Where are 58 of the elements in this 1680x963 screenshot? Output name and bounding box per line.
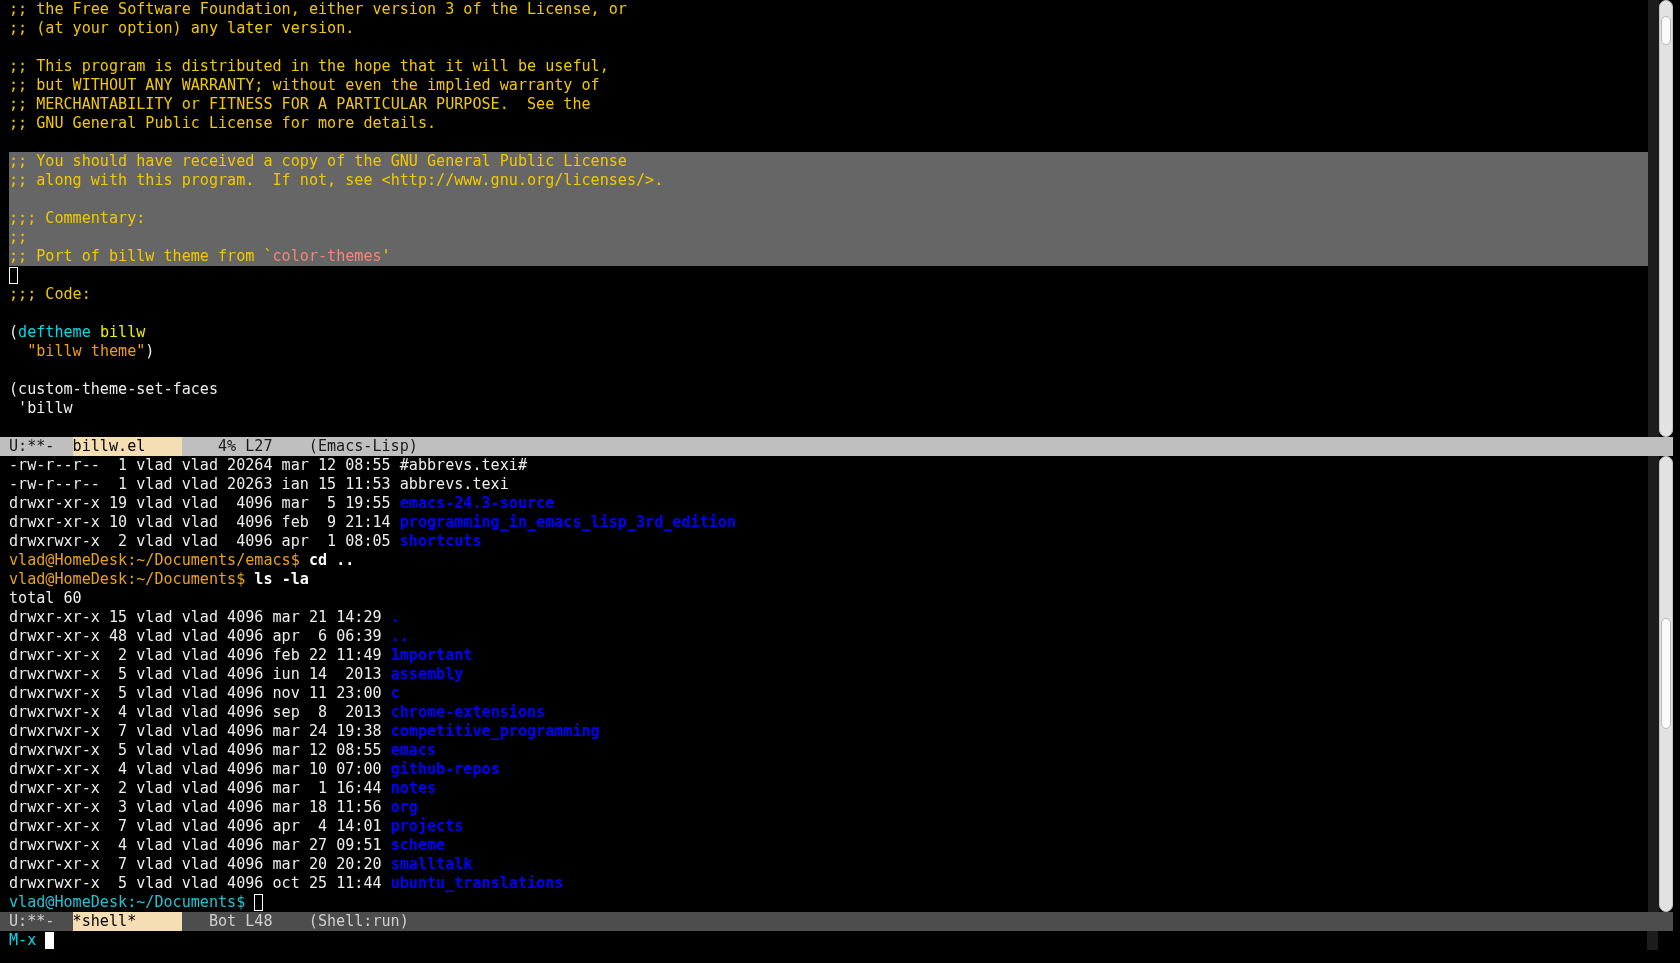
directory-listing-line: drwxrwxr-x 7 vlad vlad 4096 mar 24 19:38 competitive_programming xyxy=(9,722,600,741)
directory-listing-line: drwxrwxr-x 5 vlad vlad 4096 mar 12 08:55 emacs xyxy=(9,741,437,760)
comment-line: ;;; Commentary: xyxy=(9,209,146,228)
comment-line: ;; Port of billw theme from `color-themes' xyxy=(9,247,391,266)
buffer-status: U:**- xyxy=(9,437,55,456)
scroll-position: 4% xyxy=(217,437,237,456)
directory-listing-line: drwxrwxr-x 4 vlad vlad 4096 mar 27 09:51 scheme xyxy=(9,836,446,855)
code-line: "billw theme") xyxy=(27,342,155,361)
directory-listing-line: drwxrwxr-x 5 vlad vlad 4096 oct 25 11:44 ubuntu_translations xyxy=(9,874,564,893)
directory-listing-line: drwxr-xr-x 2 vlad vlad 4096 mar 1 16:44 notes xyxy=(9,779,437,798)
directory-listing-line: drwxr-xr-x 19 vlad vlad 4096 mar 5 19:55 emacs-24.3-source xyxy=(9,494,555,513)
comment-line: ;; MERCHANTABILITY or FITNESS FOR A PARTICULAR PURPOSE. See the xyxy=(9,95,591,114)
directory-listing-line: drwxrwxr-x 5 vlad vlad 4096 iun 14 2013 assembly xyxy=(9,665,464,684)
cursor-icon xyxy=(254,894,264,911)
major-mode[interactable]: (Emacs-Lisp) xyxy=(308,437,418,456)
output-line: -rw-r--r-- 1 vlad vlad 20263 ian 15 11:53 abbrevs.texi xyxy=(9,475,509,494)
comment-line: ;; along with this program. If not, see <http://www.gnu.org/licenses/>. xyxy=(9,171,664,190)
comment-line: ;; xyxy=(9,228,28,247)
scrollbar-thumb[interactable] xyxy=(1661,16,1671,45)
directory-listing-line: drwxrwxr-x 2 vlad vlad 4096 apr 1 08:05 shortcuts xyxy=(9,532,482,551)
comment-line: ;; but WITHOUT ANY WARRANTY; without even the implied warranty of xyxy=(9,76,600,95)
line-number: L27 xyxy=(245,437,273,456)
code-line: (custom-theme-set-faces xyxy=(9,380,218,399)
directory-listing-line: drwxr-xr-x 3 vlad vlad 4096 mar 18 11:56 org xyxy=(9,798,418,817)
directory-listing-line: drwxr-xr-x 4 vlad vlad 4096 mar 10 07:00 github-repos xyxy=(9,760,500,779)
cursor-icon xyxy=(9,267,18,284)
output-line: -rw-r--r-- 1 vlad vlad 20264 mar 12 08:55 #abbrevs.texi# xyxy=(9,456,527,475)
window-fringe xyxy=(1647,931,1658,950)
comment-line: ;; You should have received a copy of the GNU General Public License xyxy=(9,152,627,171)
directory-listing-line: drwxr-xr-x 10 vlad vlad 4096 feb 9 21:14 programming_in_emacs_lisp_3rd_edition xyxy=(9,513,736,532)
shell-prompt-line: vlad@HomeDesk:~/Documents$ ls -la xyxy=(9,570,309,589)
output-line: total 60 xyxy=(9,589,82,608)
directory-listing-line: drwxr-xr-x 7 vlad vlad 4096 apr 4 14:01 projects xyxy=(9,817,464,836)
directory-listing-line: drwxr-xr-x 2 vlad vlad 4096 feb 22 11:49 1mportant xyxy=(9,646,473,665)
line-number: L48 xyxy=(245,912,273,931)
scrollbar-track[interactable] xyxy=(1659,456,1673,912)
directory-listing-line: drwxrwxr-x 5 vlad vlad 4096 nov 11 23:00 c xyxy=(9,684,400,703)
minibuffer-prompt: M-x xyxy=(9,931,37,950)
code-line: (deftheme billw xyxy=(9,323,146,342)
scroll-position: Bot xyxy=(208,912,237,931)
shell-prompt-line: vlad@HomeDesk:~/Documents$ xyxy=(9,893,246,912)
scrollbar-thumb[interactable] xyxy=(1661,618,1671,729)
buffer-name[interactable]: billw.el xyxy=(72,437,182,456)
directory-listing-line: drwxrwxr-x 4 vlad vlad 4096 sep 8 2013 chrome-extensions xyxy=(9,703,546,722)
shell-prompt-line: vlad@HomeDesk:~/Documents/emacs$ cd .. xyxy=(9,551,355,570)
comment-line: ;; the Free Software Foundation, either version 3 of the License, or xyxy=(9,0,627,19)
code-line: 'billw xyxy=(18,399,73,418)
buffer-status: U:**- xyxy=(9,912,55,931)
directory-listing-line: drwxr-xr-x 7 vlad vlad 4096 mar 20 20:20 smalltalk xyxy=(9,855,473,874)
directory-listing-line: drwxr-xr-x 15 vlad vlad 4096 mar 21 14:29 . xyxy=(9,608,400,627)
scrollbar-track[interactable] xyxy=(1659,0,1673,437)
major-mode[interactable]: (Shell:run) xyxy=(308,912,409,931)
buffer-name[interactable]: *shell* xyxy=(72,912,182,931)
comment-line: ;;; Code: xyxy=(9,285,91,304)
comment-line: ;; This program is distributed in the hope that it will be useful, xyxy=(9,57,609,76)
comment-line: ;; GNU General Public License for more details. xyxy=(9,114,437,133)
comment-line: ;; (at your option) any later version. xyxy=(9,19,355,38)
directory-listing-line: drwxr-xr-x 48 vlad vlad 4096 apr 6 06:39 .. xyxy=(9,627,409,646)
